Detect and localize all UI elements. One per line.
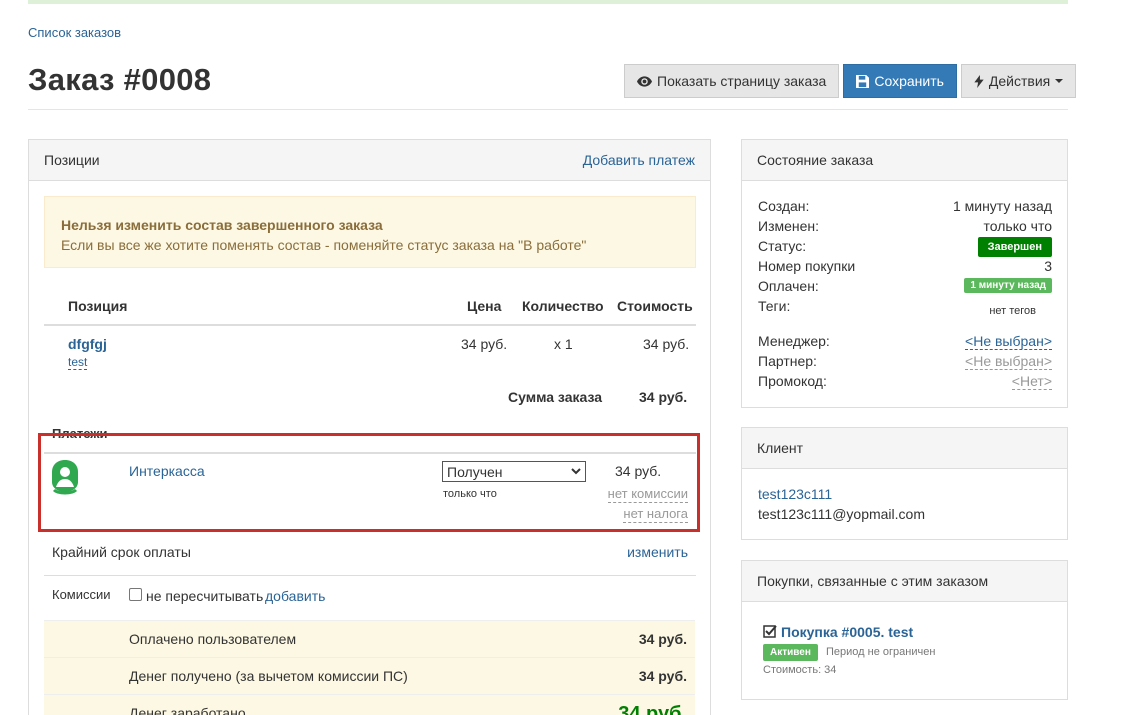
item-price: 34 руб.	[461, 336, 508, 352]
summary-row-paid: Оплачено пользователем 34 руб.	[44, 620, 695, 657]
purchase-period: Период не ограничен	[826, 646, 936, 658]
promo-key: Промокод:	[758, 373, 827, 389]
payment-deadline-label: Крайний срок оплаты	[52, 544, 191, 560]
item-quantity: x 1	[554, 336, 573, 352]
title-divider	[28, 109, 1068, 110]
manager-select-link[interactable]: <Не выбран>	[965, 333, 1052, 350]
summary-row-received: Денег получено (за вычетом комиссии ПС) …	[44, 657, 695, 694]
summary-value: 34 руб.	[638, 668, 687, 684]
status-key: Статус:	[758, 238, 807, 254]
summary-label: Оплачено пользователем	[129, 631, 297, 647]
actions-dropdown-button[interactable]: Действия	[960, 64, 1077, 98]
summary-row-earned: Денег заработано 34 руб.	[44, 694, 695, 715]
summary-value: 34 руб.	[638, 631, 687, 647]
paid-badge: 1 минуту назад	[964, 278, 1052, 293]
commissions-label: Комиссии	[52, 587, 111, 602]
partner-select-link[interactable]: <Не выбран>	[965, 353, 1052, 370]
tags-key: Теги:	[758, 298, 791, 314]
show-order-page-button[interactable]: Показать страницу заказа	[624, 64, 840, 98]
chevron-down-icon	[571, 468, 581, 475]
purchase-number-key: Номер покупки	[758, 258, 856, 274]
related-purchase-link[interactable]: Покупка #0005. test	[781, 624, 913, 640]
item-name-link[interactable]: dfgfgj	[68, 336, 107, 352]
no-recalc-label: не пересчитывать	[146, 588, 264, 604]
item-sub-link[interactable]: test	[68, 355, 88, 370]
promo-select-link[interactable]: <Нет>	[1011, 373, 1052, 390]
paid-key: Оплачен:	[758, 278, 819, 294]
caret-down-icon	[1055, 79, 1064, 83]
column-cost: Стоимость	[617, 298, 693, 314]
show-order-page-label: Показать страницу заказа	[657, 73, 827, 89]
page-title: Заказ #0008	[28, 62, 212, 97]
top-success-bar	[28, 0, 1068, 4]
column-price: Цена	[467, 298, 502, 314]
client-panel: Клиент test123c111 test123c111@yopmail.c…	[741, 427, 1068, 540]
changed-value: только что	[983, 218, 1053, 234]
payment-status-select[interactable]: Получен	[442, 461, 586, 482]
column-quantity: Количество	[522, 298, 604, 314]
payment-status-value: Получен	[447, 463, 503, 480]
created-key: Создан:	[758, 198, 810, 214]
tags-value: нет тегов	[989, 305, 1036, 317]
save-button[interactable]: Сохранить	[843, 64, 957, 98]
warning-title: Нельзя изменить состав завершенного зака…	[61, 217, 383, 233]
related-purchases-panel-title: Покупки, связанные с этим заказом	[757, 573, 989, 589]
positions-panel-header: Позиции Добавить платеж	[29, 140, 710, 181]
order-total-value: 34 руб.	[639, 389, 688, 405]
actions-label: Действия	[988, 73, 1051, 89]
summary-label: Денег получено (за вычетом комиссии ПС)	[129, 668, 408, 684]
related-purchases-panel-header: Покупки, связанные с этим заказом	[742, 561, 1067, 602]
client-name-link[interactable]: test123c111	[758, 486, 832, 502]
purchase-number-value: 3	[1044, 258, 1052, 274]
warning-text: Если вы все же хотите поменять состав - …	[61, 237, 587, 253]
floppy-disk-icon	[856, 74, 870, 88]
created-value: 1 минуту назад	[952, 198, 1052, 214]
changed-key: Изменен:	[758, 218, 820, 234]
column-position: Позиция	[68, 298, 128, 314]
related-purchases-panel: Покупки, связанные с этим заказом Покупк…	[741, 560, 1068, 700]
client-panel-title: Клиент	[757, 440, 804, 456]
add-commission-link[interactable]: добавить	[265, 588, 325, 604]
order-state-panel-title: Состояние заказа	[757, 152, 874, 168]
breadcrumb-orders-list[interactable]: Список заказов	[28, 25, 121, 40]
positions-panel-title: Позиции	[44, 152, 100, 168]
purchase-active-badge: Активен	[763, 644, 818, 661]
order-state-panel-header: Состояние заказа	[742, 140, 1067, 181]
payment-deadline-change-link[interactable]: изменить	[627, 544, 688, 560]
deadline-divider	[44, 575, 696, 576]
eye-icon	[637, 75, 652, 87]
partner-key: Партнер:	[758, 353, 817, 369]
item-cost: 34 руб.	[643, 336, 690, 352]
client-email: test123c111@yopmail.com	[758, 506, 925, 522]
summary-value: 34 руб.	[618, 703, 687, 715]
status-badge: Завершен	[977, 237, 1052, 257]
save-label: Сохранить	[874, 73, 944, 89]
manager-key: Менеджер:	[758, 333, 830, 349]
completed-order-warning: Нельзя изменить состав завершенного зака…	[44, 196, 696, 268]
toolbar: Показать страницу заказа Сохранить Дейст…	[624, 64, 1077, 98]
order-state-panel: Состояние заказа Создан: 1 минуту назад …	[741, 139, 1068, 408]
no-recalc-checkbox[interactable]	[129, 588, 142, 601]
add-payment-link[interactable]: Добавить платеж	[583, 152, 695, 168]
payment-highlight-box	[38, 433, 700, 532]
purchase-cost: Стоимость: 34	[763, 664, 837, 676]
summary-label: Денег заработано	[129, 705, 246, 715]
client-panel-header: Клиент	[742, 428, 1067, 469]
lightning-icon	[974, 74, 984, 88]
checkbox-checked-icon	[763, 625, 777, 638]
order-total-label: Сумма заказа	[508, 389, 603, 405]
table-header-divider	[44, 324, 696, 326]
